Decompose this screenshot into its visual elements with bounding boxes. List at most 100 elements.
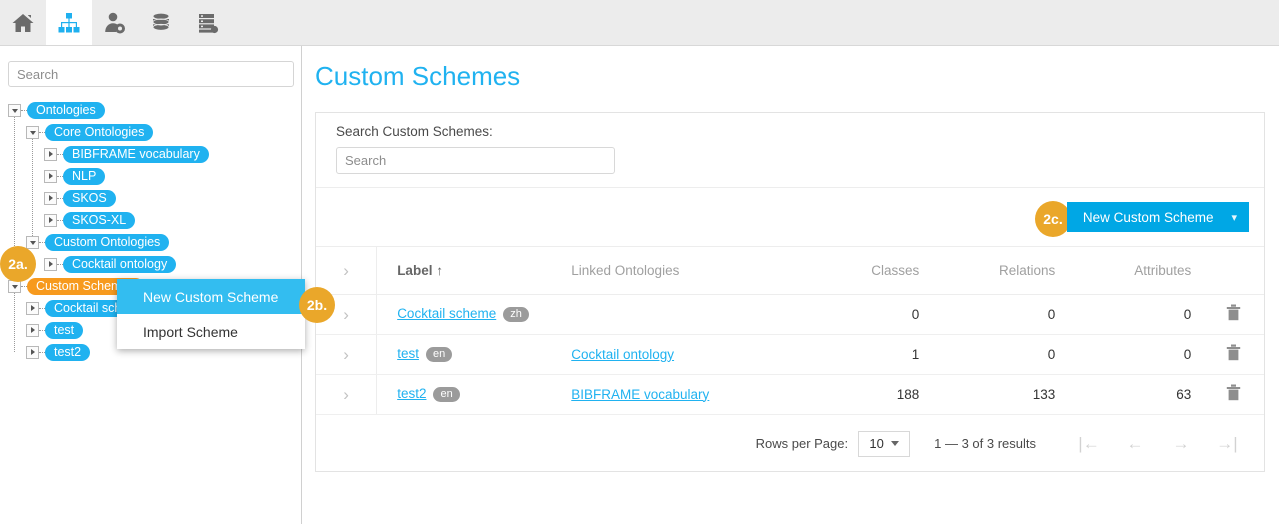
toolbar-button-server[interactable] <box>184 0 230 45</box>
tree-node[interactable]: SKOS-XL <box>0 209 301 231</box>
new-custom-scheme-button[interactable]: New Custom Scheme ▾ <box>1066 202 1249 232</box>
search-section: Search Custom Schemes: <box>316 113 1264 188</box>
scheme-link[interactable]: test2 <box>397 386 426 401</box>
chevron-right-icon[interactable]: › <box>343 346 349 363</box>
row-attributes-cell: 0 <box>1067 294 1204 335</box>
tree-node-label[interactable]: Core Ontologies <box>45 123 154 141</box>
collapse-toggle-icon[interactable] <box>8 103 21 117</box>
row-attributes-cell: 0 <box>1067 334 1204 375</box>
row-expand-cell[interactable]: › <box>316 334 378 375</box>
table-header-row: › Label ↑ Linked Ontologies Classes Rela… <box>316 247 1264 295</box>
row-expand-cell[interactable]: › <box>316 374 378 415</box>
column-relations[interactable]: Relations <box>931 247 1068 295</box>
tree-node[interactable]: BIBFRAME vocabulary <box>0 143 301 165</box>
previous-page-button[interactable]: ← <box>1112 434 1158 454</box>
row-relations-cell: 0 <box>931 334 1068 375</box>
rows-per-page-value: 10 <box>869 436 884 451</box>
context-menu-item[interactable]: Import Scheme <box>117 314 305 349</box>
expand-toggle-icon[interactable] <box>26 323 39 337</box>
expand-toggle-icon[interactable] <box>26 301 39 315</box>
tree-node-label[interactable]: test2 <box>45 343 91 361</box>
linked-ontology-link[interactable]: Cocktail ontology <box>571 347 674 362</box>
top-toolbar <box>0 0 1279 46</box>
results-range-label: 1 — 3 of 3 results <box>934 436 1036 451</box>
search-input[interactable] <box>336 147 615 174</box>
tree-node-label[interactable]: test <box>45 321 84 339</box>
collapse-toggle-icon[interactable] <box>26 125 39 139</box>
table-row[interactable]: › test en Cocktail ontology 1 0 0 <box>316 334 1264 375</box>
expand-toggle-icon[interactable] <box>44 169 57 183</box>
tree-node[interactable]: Core Ontologies <box>0 121 301 143</box>
search-label: Search Custom Schemes: <box>336 124 493 139</box>
tree-node-label[interactable]: Custom Ontologies <box>45 233 170 251</box>
row-attributes-cell: 63 <box>1067 374 1204 415</box>
callout-badge-2a: 2a. <box>0 246 36 282</box>
first-page-button[interactable]: |← <box>1066 434 1112 454</box>
tree-node[interactable]: Custom Ontologies <box>0 231 301 253</box>
tree-node[interactable]: Cocktail ontology <box>0 253 301 275</box>
row-linked-ontologies-cell <box>570 294 796 335</box>
column-label[interactable]: Label ↑ <box>376 247 571 295</box>
chevron-right-icon[interactable]: › <box>343 386 349 403</box>
tree-node-label[interactable]: SKOS-XL <box>63 211 136 229</box>
page-title: Custom Schemes <box>315 61 521 91</box>
row-label-cell: test en <box>376 334 571 375</box>
row-delete-cell[interactable] <box>1203 374 1264 415</box>
trash-icon[interactable] <box>1226 304 1241 324</box>
scheme-link[interactable]: test <box>397 346 419 361</box>
expand-toggle-icon[interactable] <box>44 191 57 205</box>
context-menu-item[interactable]: New Custom Scheme <box>117 279 305 314</box>
collapse-toggle-icon[interactable] <box>26 235 39 249</box>
home-icon <box>11 11 35 35</box>
expand-toggle-icon[interactable] <box>44 213 57 227</box>
tree-node-label[interactable]: Cocktail ontology <box>63 255 177 273</box>
tree-node-label[interactable]: Ontologies <box>27 101 105 119</box>
table-body: › Cocktail scheme zh 0 0 0 › test en Cocktail ont… <box>316 294 1264 415</box>
trash-icon[interactable] <box>1226 344 1241 364</box>
scheme-link[interactable]: Cocktail scheme <box>397 306 496 321</box>
linked-ontology-link[interactable]: BIBFRAME vocabulary <box>571 387 709 402</box>
expand-toggle-icon[interactable] <box>44 147 57 161</box>
callout-badge-2b: 2b. <box>299 287 335 323</box>
column-label-text: Label <box>397 262 433 278</box>
toolbar-button-home[interactable] <box>0 0 46 45</box>
row-label-cell: Cocktail scheme zh <box>376 294 571 335</box>
expand-toggle-icon[interactable] <box>26 345 39 359</box>
expand-all-chevron-icon[interactable]: › <box>343 262 349 279</box>
chevron-right-icon[interactable]: › <box>343 306 349 323</box>
user-settings-icon <box>103 11 127 35</box>
next-page-button[interactable]: → <box>1158 434 1204 454</box>
tree-guide-line <box>14 286 15 352</box>
column-classes[interactable]: Classes <box>795 247 932 295</box>
column-expand: › <box>316 247 378 295</box>
action-section: New Custom Scheme ▾ <box>316 188 1264 247</box>
sort-ascending-icon: ↑ <box>436 262 443 278</box>
table-row[interactable]: › test2 en BIBFRAME vocabulary 188 133 63 <box>316 374 1264 415</box>
database-icon <box>149 11 173 35</box>
tree-node-label[interactable]: NLP <box>63 167 106 185</box>
table-header: › Label ↑ Linked Ontologies Classes Rela… <box>316 247 1264 295</box>
row-linked-ontologies-cell: BIBFRAME vocabulary <box>570 374 796 415</box>
chevron-down-icon[interactable]: ▾ <box>1231 211 1237 224</box>
tree-node[interactable]: Ontologies <box>0 99 301 121</box>
sidebar-search-input[interactable] <box>8 61 294 87</box>
trash-icon[interactable] <box>1226 384 1241 404</box>
toolbar-button-ontologies[interactable] <box>46 0 92 45</box>
expand-toggle-icon[interactable] <box>44 257 57 271</box>
rows-per-page-select[interactable]: 10 <box>858 430 911 457</box>
main-content: Custom Schemes Search Custom Schemes: Ne… <box>303 46 1279 524</box>
toolbar-button-database[interactable] <box>138 0 184 45</box>
column-linked-ontologies[interactable]: Linked Ontologies <box>570 247 796 295</box>
row-delete-cell[interactable] <box>1203 294 1264 335</box>
last-page-button[interactable]: →| <box>1204 434 1250 454</box>
tree-node[interactable]: NLP <box>0 165 301 187</box>
row-delete-cell[interactable] <box>1203 334 1264 375</box>
table-row[interactable]: › Cocktail scheme zh 0 0 0 <box>316 294 1264 335</box>
tree-node-label[interactable]: SKOS <box>63 189 116 207</box>
toolbar-button-users[interactable] <box>92 0 138 45</box>
tree-node[interactable]: SKOS <box>0 187 301 209</box>
language-badge: en <box>433 386 460 402</box>
column-attributes[interactable]: Attributes <box>1067 247 1204 295</box>
row-relations-cell: 133 <box>931 374 1068 415</box>
tree-node-label[interactable]: BIBFRAME vocabulary <box>63 145 209 163</box>
